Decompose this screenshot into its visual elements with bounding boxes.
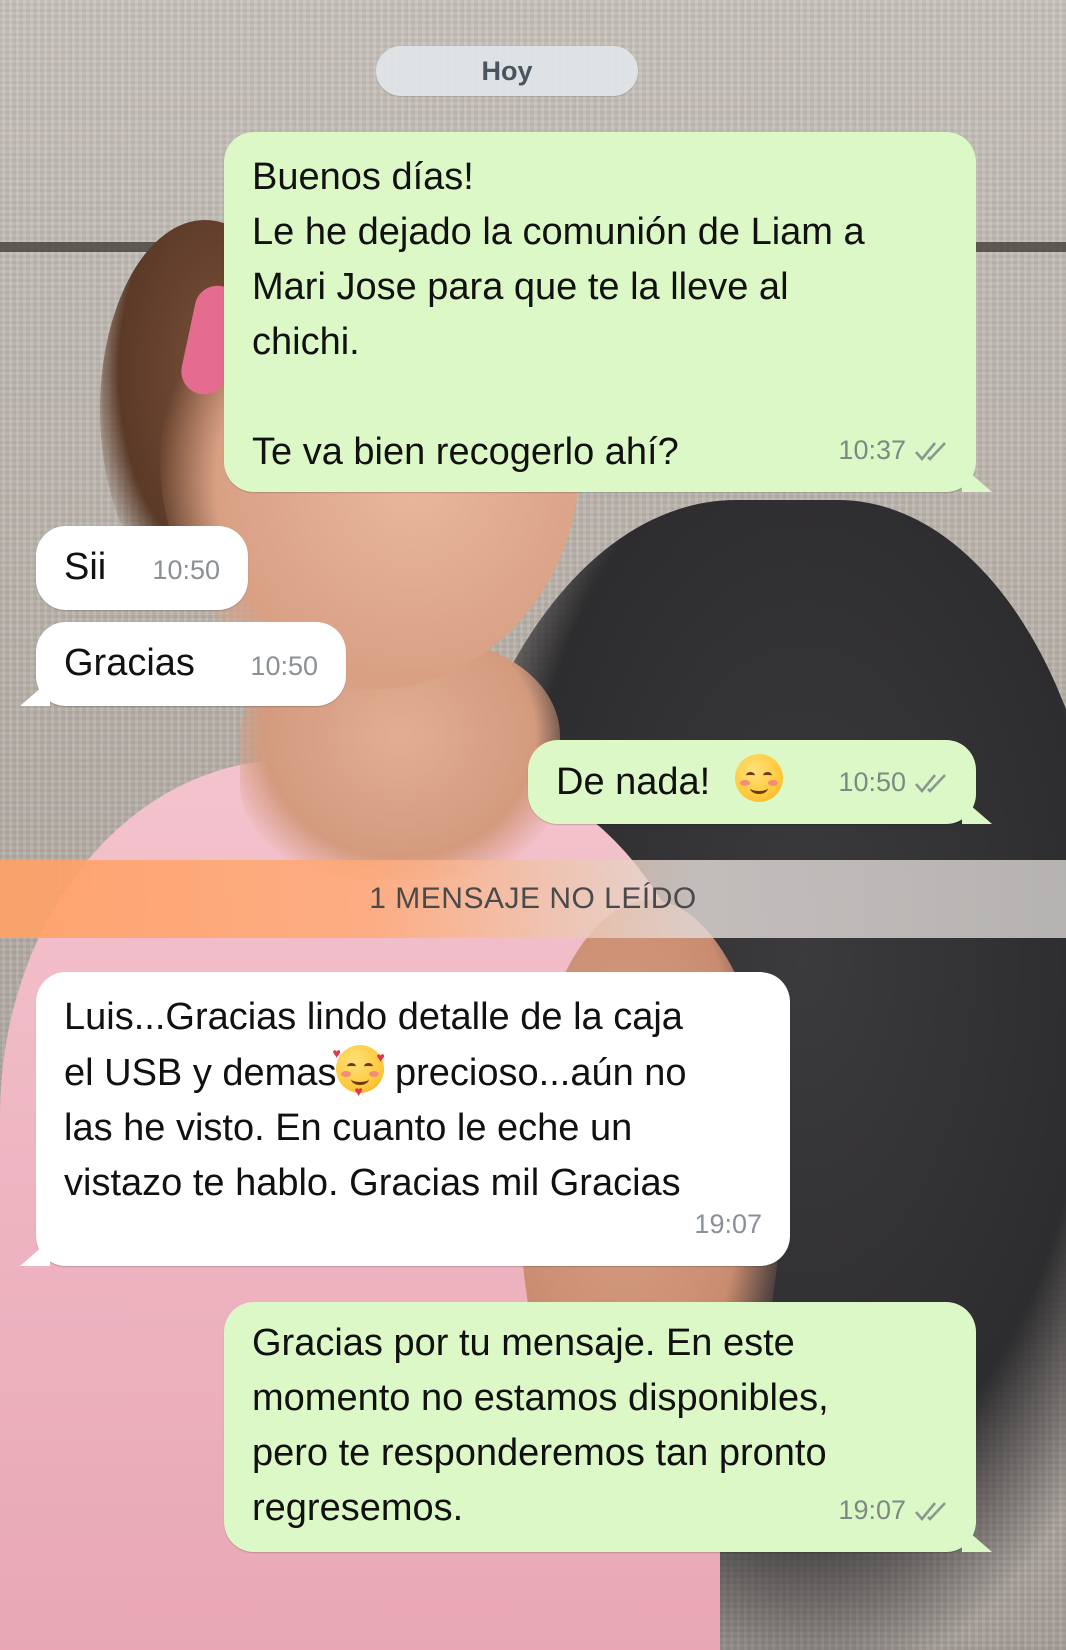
message-incoming[interactable]: Gracias 10:50 [20,622,346,706]
smiling-face-with-hearts-emoji-icon: ♥ ♥ ♥ [332,1045,385,1099]
message-incoming[interactable]: Luis...Gracias lindo detalle de la caja … [20,972,790,1266]
message-time: 10:50 [152,555,220,585]
message-outgoing[interactable]: De nada! 10:50 [528,740,992,824]
chat-thread[interactable]: Hoy Buenos días! Le he dejado la comunió… [0,0,1066,1650]
double-check-icon [914,440,950,462]
message-time: 19:07 [694,1209,762,1239]
message-text-line: las he visto. En cuanto le eche un vista… [64,1107,681,1204]
double-check-icon [914,772,950,794]
message-text-line: el USB y demas ♥ ♥ ♥ precioso...aún no [64,1045,766,1101]
message-meta: 10:50 [152,543,220,598]
message-time: 10:37 [838,435,906,465]
unread-messages-banner: 1 MENSAJE NO LEÍDO [0,860,1066,938]
message-text: De nada! [556,761,711,803]
smiling-face-emoji-icon [734,754,783,802]
message-incoming[interactable]: Sii 10:50 [36,526,248,610]
message-meta: 19:07 [838,1483,950,1538]
date-chip: Hoy [376,46,638,96]
message-text-fragment: precioso...aún no [384,1052,687,1094]
message-meta: 19:07 [694,1197,762,1252]
message-time: 10:50 [250,651,318,681]
message-outgoing[interactable]: Buenos días! Le he dejado la comunión de… [224,132,992,492]
double-check-icon [914,1500,950,1522]
message-text-fragment: el USB y demas [64,1052,337,1094]
message-meta: 10:50 [250,639,318,694]
message-time: 10:50 [838,767,906,797]
message-meta: 10:37 [838,423,950,478]
message-time: 19:07 [838,1495,906,1525]
message-text-line: Luis...Gracias lindo detalle de la caja [64,996,683,1038]
message-meta: 10:50 [838,755,950,810]
message-outgoing[interactable]: Gracias por tu mensaje. En este momento … [224,1302,992,1552]
